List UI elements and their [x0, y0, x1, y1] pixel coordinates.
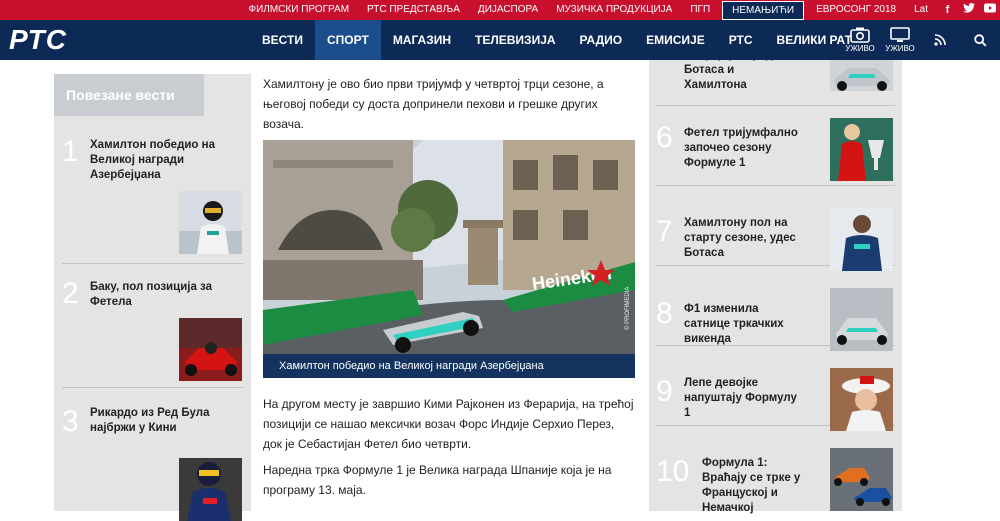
related-title[interactable]: Рикардо из Ред Була најбржи у Кини — [90, 406, 220, 436]
popular-title[interactable]: Формула 1: Враћају се трке у Француској … — [702, 456, 812, 516]
popular-item-7[interactable]: 7 Хамилтону пол на старту сезоне, удес Б… — [656, 186, 895, 271]
vettel-thumbnail[interactable] — [179, 318, 242, 381]
tv-icon — [890, 27, 910, 42]
popular-item-6[interactable]: 6 Фетел тријумфално започео сезону Форму… — [656, 106, 895, 186]
toplink-eurosong[interactable]: ЕВРОСОНГ 2018 — [807, 0, 905, 20]
popular-rank: 10 — [656, 455, 690, 488]
nav-vesti[interactable]: ВЕСТИ — [250, 20, 315, 60]
nav-rts[interactable]: РТС — [717, 20, 765, 60]
nav-sport[interactable]: СПОРТ — [315, 20, 381, 60]
facebook-icon[interactable]: f — [937, 0, 958, 20]
toplink-diaspora[interactable]: ДИЈАСПОРА — [469, 0, 547, 20]
related-item-2[interactable]: 2 Баку, пол позиција за Фетела — [62, 264, 243, 388]
popular-item-10[interactable]: 10 Формула 1: Враћају се трке у Француск… — [656, 426, 895, 514]
related-news-panel: Повезане вести 1 Хамилтон победио на Вел… — [54, 74, 251, 521]
popular-rank: 8 — [656, 297, 673, 330]
related-item-3[interactable]: 3 Рикардо из Ред Була најбржи у Кини — [62, 388, 243, 521]
article-paragraph-3: Наредна трка Формуле 1 је Велика награда… — [263, 463, 612, 497]
radio-icon — [850, 27, 870, 43]
toplink-rts-presents[interactable]: РТС ПРЕДСТАВЉА — [358, 0, 469, 20]
article-photo[interactable]: Heineken © PROFIMEDIA Хамилтон победио н… — [263, 140, 635, 378]
popular-title[interactable]: Фетел тријумфално започео сезону Формуле… — [684, 126, 800, 171]
related-item-1[interactable]: 1 Хамилтон победио на Великој награди Аз… — [62, 136, 243, 264]
twitter-icon[interactable] — [958, 0, 979, 20]
nav-televizija[interactable]: ТЕЛЕВИЗИЈА — [463, 20, 568, 60]
bahrain-podium-thumbnail[interactable] — [830, 60, 893, 91]
f1-grid-thumbnail[interactable] — [830, 448, 893, 511]
search-button[interactable] — [960, 20, 1000, 60]
article-body-continued: На другом месту је завршио Кими Рајконен… — [263, 394, 635, 500]
nav-magazin[interactable]: МАГАЗИН — [381, 20, 463, 60]
popular-rank: 9 — [656, 375, 673, 408]
vettel-trophy-thumbnail[interactable] — [830, 118, 893, 181]
popular-title[interactable]: Лепе девојке напуштају Формулу 1 — [684, 376, 800, 421]
popular-title[interactable]: Ф1 изменила сатнице тркачких викенда — [684, 302, 800, 347]
live-tv-label: УЖИВО — [885, 44, 915, 53]
most-read-panel: Бахрејну поред Ботаса и Хамилтона 6 Фете… — [649, 60, 902, 514]
grid-girls-thumbnail[interactable] — [830, 368, 893, 431]
popular-title[interactable]: Хамилтону пол на старту сезоне, удес Бот… — [684, 216, 800, 261]
popular-title[interactable]: Бахрејну поред Ботаса и Хамилтона — [684, 60, 800, 93]
related-title[interactable]: Баку, пол позиција за Фетела — [90, 280, 220, 310]
top-utility-bar: ФИЛМСКИ ПРОГРАМ РТС ПРЕДСТАВЉА ДИЈАСПОРА… — [0, 0, 1000, 20]
photo-caption: Хамилтон победио на Великој награди Азер… — [263, 354, 635, 378]
live-tv-button[interactable]: УЖИВО — [880, 20, 920, 60]
popular-item-8[interactable]: 8 Ф1 изменила сатнице тркачких викенда — [656, 266, 895, 351]
related-news-heading: Повезане вести — [54, 74, 204, 116]
rts-logo[interactable]: РТС — [9, 26, 67, 54]
search-icon — [973, 33, 987, 47]
related-rank: 3 — [62, 405, 79, 438]
youtube-icon[interactable] — [979, 0, 1000, 20]
nav-icons: УЖИВО УЖИВО — [840, 20, 1000, 60]
rss-icon — [934, 34, 946, 46]
rss-button[interactable] — [920, 20, 960, 60]
toplink-pgp[interactable]: ПГП — [681, 0, 719, 20]
article-paragraph-1: Хамилтону је ово био први тријумф у четв… — [263, 77, 604, 131]
article-paragraph-2: На другом месту је завршио Кими Рајконен… — [263, 397, 634, 451]
main-nav: ВЕСТИ СПОРТ МАГАЗИН ТЕЛЕВИЗИЈА РАДИО ЕМИ… — [250, 20, 864, 60]
live-radio-button[interactable]: УЖИВО — [840, 20, 880, 60]
photo-credit: © PROFIMEDIA — [624, 287, 631, 330]
toplink-music[interactable]: МУЗИЧКА ПРОДУКЦИЈА — [547, 0, 681, 20]
related-title[interactable]: Хамилтон победио на Великој награди Азер… — [90, 138, 220, 183]
main-navbar: РТС ВЕСТИ СПОРТ МАГАЗИН ТЕЛЕВИЗИЈА РАДИО… — [0, 20, 1000, 60]
related-rank: 2 — [62, 277, 79, 310]
popular-item-partial[interactable]: Бахрејну поред Ботаса и Хамилтона — [656, 60, 895, 106]
popular-rank: 7 — [656, 215, 673, 248]
toplink-nemanjici[interactable]: НЕМАЊИЋИ — [722, 0, 805, 20]
language-switch[interactable]: Lat — [905, 0, 937, 20]
popular-item-9[interactable]: 9 Лепе девојке напуштају Формулу 1 — [656, 346, 895, 431]
nav-radio[interactable]: РАДИО — [568, 20, 635, 60]
live-radio-label: УЖИВО — [845, 44, 875, 53]
nav-emisije[interactable]: ЕМИСИЈЕ — [634, 20, 717, 60]
article-body: Хамилтону је ово био први тријумф у четв… — [263, 74, 635, 134]
hamilton-thumbnail[interactable] — [179, 191, 242, 254]
baku-race-photo: Heineken © PROFIMEDIA — [263, 140, 635, 378]
popular-rank: 6 — [656, 121, 673, 154]
f1-car-thumbnail[interactable] — [830, 288, 893, 351]
hamilton-pole-thumbnail[interactable] — [830, 208, 893, 271]
ricciardo-thumbnail[interactable] — [179, 458, 242, 521]
related-rank: 1 — [62, 135, 79, 168]
toplink-film[interactable]: ФИЛМСКИ ПРОГРАМ — [240, 0, 359, 20]
